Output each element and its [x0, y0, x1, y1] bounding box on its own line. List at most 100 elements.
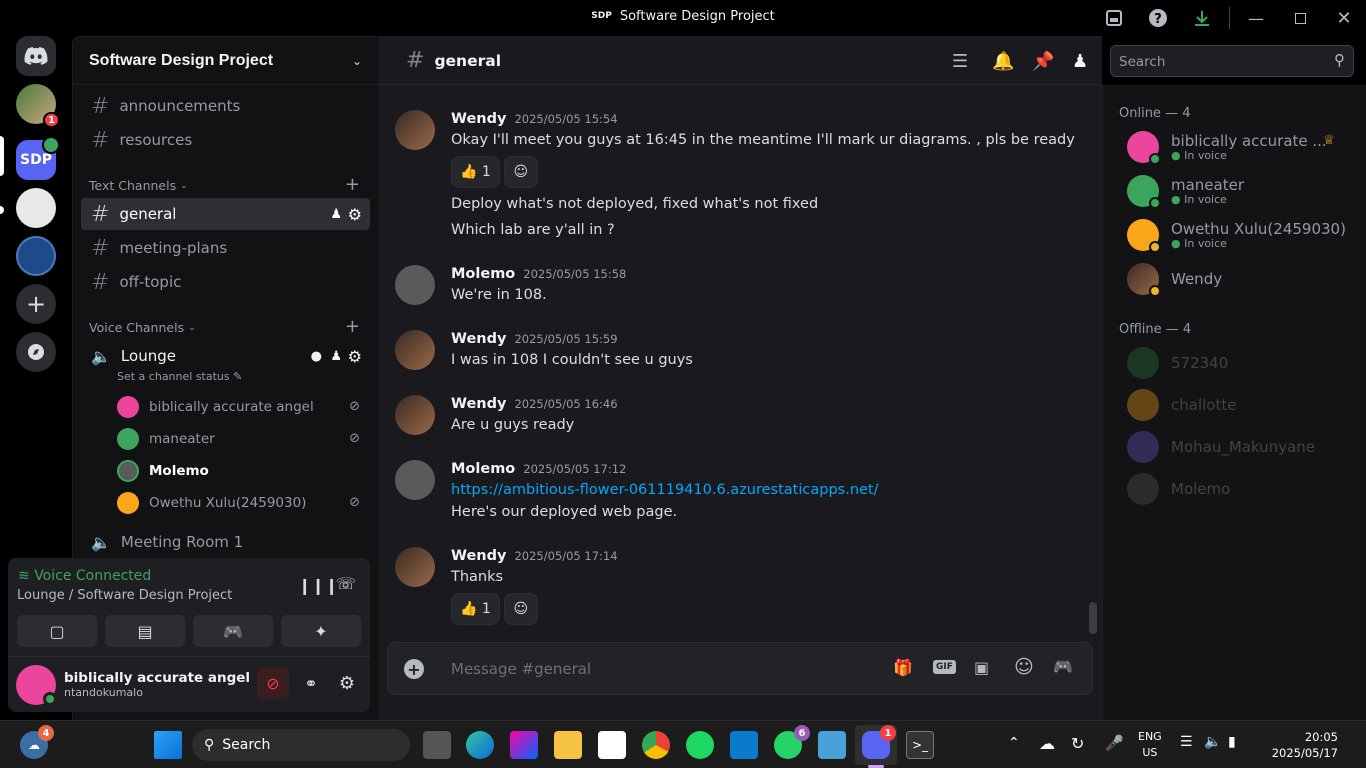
user-display-name[interactable]: biblically accurate angel: [64, 670, 250, 686]
onedrive-icon[interactable]: ☁: [1039, 734, 1055, 753]
search-input[interactable]: Search ⚲: [1110, 45, 1354, 77]
taskbar-search[interactable]: ⚲ Search: [192, 729, 410, 761]
text-channels-category[interactable]: Text Channels ⌄: [89, 178, 188, 193]
chrome-icon[interactable]: [642, 731, 670, 759]
emoji-icon[interactable]: ☺: [1014, 656, 1034, 678]
message-author[interactable]: Molemo: [451, 461, 515, 477]
sync-icon[interactable]: ↻: [1071, 734, 1084, 753]
invite-icon[interactable]: ♟: [330, 349, 342, 364]
spotify-icon[interactable]: [686, 731, 714, 759]
inbox-icon[interactable]: [1092, 0, 1136, 36]
voice-user[interactable]: biblically accurate angel: [117, 392, 314, 422]
message-author[interactable]: Wendy: [451, 331, 506, 347]
server-icon-1[interactable]: 1: [16, 84, 60, 128]
threads-icon[interactable]: ☰: [952, 51, 968, 72]
camera-off-button[interactable]: ▢: [17, 615, 97, 647]
server-header[interactable]: Software Design Project ⌄: [73, 37, 378, 85]
maximize-button[interactable]: [1278, 0, 1322, 36]
channel-announcements[interactable]: # announcements: [81, 90, 370, 122]
avatar[interactable]: [395, 547, 435, 587]
close-button[interactable]: ✕: [1322, 0, 1366, 36]
minimize-button[interactable]: —: [1234, 0, 1278, 36]
add-server-button[interactable]: +: [16, 284, 56, 324]
voice-location[interactable]: Lounge / Software Design Project: [17, 588, 232, 603]
vscode-icon[interactable]: [730, 731, 758, 759]
apps-icon[interactable]: 🎮: [1053, 657, 1073, 676]
avatar[interactable]: [395, 265, 435, 305]
help-icon[interactable]: ?: [1136, 0, 1180, 36]
sticker-icon[interactable]: ▣: [974, 658, 989, 677]
store-icon[interactable]: [598, 731, 626, 759]
microphone-icon[interactable]: 🎤: [1105, 734, 1124, 752]
gift-icon[interactable]: 🎁: [893, 658, 913, 677]
thumbs-up-reaction[interactable]: 👍 1: [451, 593, 500, 625]
pin-icon[interactable]: 📌: [1032, 51, 1054, 72]
discover-button[interactable]: [16, 332, 56, 372]
chat-icon[interactable]: ●: [311, 349, 322, 364]
settings-button[interactable]: ⚙: [331, 667, 363, 699]
whatsapp-icon[interactable]: 6: [774, 725, 810, 759]
create-channel-icon[interactable]: +: [345, 174, 360, 195]
scrollbar-thumb[interactable]: [1089, 602, 1097, 634]
member-item[interactable]: 572340: [1127, 343, 1357, 385]
add-reaction-button[interactable]: ☺: [503, 593, 538, 625]
server-icon-4[interactable]: [16, 236, 56, 276]
chevron-up-icon[interactable]: ⌃: [1008, 735, 1020, 751]
channel-meeting-plans[interactable]: # meeting-plans: [81, 232, 370, 264]
member-list-icon[interactable]: ♟: [1072, 51, 1088, 72]
discord-taskbar-icon[interactable]: 1: [862, 725, 896, 759]
avatar[interactable]: [395, 460, 435, 500]
avatar[interactable]: [395, 110, 435, 150]
volume-icon[interactable]: 🔈: [1204, 734, 1221, 750]
upload-button[interactable]: +: [404, 659, 424, 679]
message-input[interactable]: Message #general: [451, 660, 871, 678]
message-link[interactable]: https://ambitious-flower-061119410.6.azu…: [451, 482, 879, 498]
create-channel-icon[interactable]: +: [345, 316, 360, 337]
weather-widget[interactable]: ☁ 4: [20, 725, 54, 759]
channel-status-input[interactable]: Set a channel status ✎: [117, 370, 242, 383]
gif-icon[interactable]: GIF: [933, 660, 956, 674]
member-item[interactable]: challotte: [1127, 385, 1357, 427]
channel-resources[interactable]: # resources: [81, 124, 370, 156]
start-button[interactable]: [154, 731, 182, 759]
voice-channels-category[interactable]: Voice Channels ⌄: [89, 320, 196, 335]
channel-general[interactable]: # general ♟ ⚙: [81, 198, 370, 230]
voice-user[interactable]: Owethu Xulu(2459030): [117, 488, 306, 518]
message-author[interactable]: Wendy: [451, 111, 506, 127]
mute-button[interactable]: ⊘: [257, 667, 289, 699]
voice-channel-lounge[interactable]: 🔈 Lounge ● ♟ ⚙: [81, 340, 370, 372]
file-explorer-icon[interactable]: [554, 731, 582, 759]
member-item[interactable]: Owethu Xulu(2459030) ● In voice: [1127, 215, 1357, 257]
member-item[interactable]: Wendy: [1127, 259, 1357, 301]
message-author[interactable]: Wendy: [451, 396, 506, 412]
avatar[interactable]: [395, 330, 435, 370]
soundboard-button[interactable]: ✦: [281, 615, 361, 647]
member-item[interactable]: Molemo: [1127, 469, 1357, 511]
edge-icon[interactable]: [466, 731, 494, 759]
task-view-icon[interactable]: [423, 731, 451, 759]
member-item[interactable]: Mohau_Makunyane: [1127, 427, 1357, 469]
wifi-icon[interactable]: ☰: [1180, 734, 1193, 750]
member-item[interactable]: maneater ● In voice: [1127, 171, 1357, 213]
message-author[interactable]: Wendy: [451, 548, 506, 564]
voice-channel-meeting-room[interactable]: 🔈 Meeting Room 1: [81, 526, 370, 558]
server-icon-sdp[interactable]: SDP: [16, 136, 60, 180]
message-author[interactable]: Molemo: [451, 266, 515, 282]
system-clock[interactable]: 20:05 2025/05/17: [1272, 729, 1338, 761]
member-item[interactable]: biblically accurate ... ● In voice ♕: [1127, 127, 1357, 169]
screen-share-button[interactable]: ▤: [105, 615, 185, 647]
deafen-button[interactable]: ⚭: [295, 667, 327, 699]
bell-icon[interactable]: 🔔: [992, 51, 1014, 72]
disconnect-icon[interactable]: ☏: [336, 574, 356, 593]
language-indicator[interactable]: ENG US: [1138, 729, 1162, 761]
gear-icon[interactable]: ⚙: [348, 347, 362, 366]
terminal-icon[interactable]: >_: [906, 731, 934, 759]
home-button[interactable]: [16, 36, 56, 76]
gear-icon[interactable]: ⚙: [348, 205, 362, 224]
invite-icon[interactable]: ♟: [330, 207, 342, 222]
notepad-icon[interactable]: [818, 731, 846, 759]
activity-button[interactable]: 🎮: [193, 615, 273, 647]
voice-user[interactable]: maneater: [117, 424, 215, 454]
add-reaction-button[interactable]: ☺: [503, 156, 538, 188]
download-icon[interactable]: [1180, 0, 1224, 36]
